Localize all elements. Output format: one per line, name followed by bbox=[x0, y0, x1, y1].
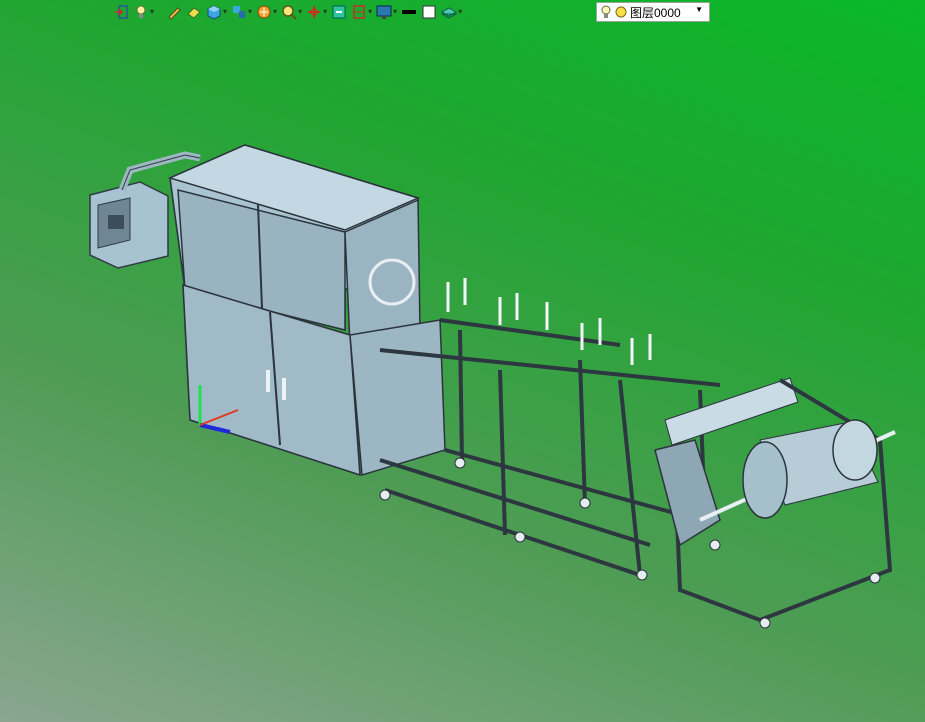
pen-icon bbox=[168, 7, 181, 20]
chevron-down-icon: ▾ bbox=[150, 7, 155, 16]
layer-name: 图层0000 bbox=[630, 5, 681, 20]
axis-button[interactable]: ▾ bbox=[305, 1, 328, 23]
3d-viewport[interactable]: ▾ ▾ ▾ ▾ ▾ ▾ ▾ ▾ ▾ 图层0000 ▼ bbox=[0, 0, 925, 722]
views-button[interactable]: ▾ bbox=[230, 1, 253, 23]
zoom-button[interactable]: ▾ bbox=[280, 1, 303, 23]
section-icon bbox=[353, 5, 365, 19]
exit-icon bbox=[115, 5, 128, 19]
eraser-icon bbox=[187, 7, 201, 19]
display-icon bbox=[376, 5, 392, 19]
render-style-icon bbox=[257, 5, 271, 19]
sun-icon bbox=[615, 6, 627, 18]
sketch-button[interactable] bbox=[165, 1, 183, 23]
fit-icon bbox=[332, 5, 346, 19]
fill-color-button[interactable] bbox=[420, 1, 438, 23]
line-color-button[interactable] bbox=[400, 1, 418, 23]
cube-icon bbox=[207, 5, 221, 20]
chevron-down-icon: ▾ bbox=[273, 7, 278, 16]
zoom-icon bbox=[282, 5, 297, 20]
eraser-button[interactable] bbox=[185, 1, 203, 23]
chevron-down-icon: ▾ bbox=[323, 7, 328, 16]
material-roll[interactable] bbox=[699, 419, 896, 522]
chevron-down-icon: ▾ bbox=[298, 7, 303, 16]
fill-color-icon bbox=[422, 5, 436, 19]
chevron-down-icon: ▾ bbox=[223, 7, 228, 16]
line-color-icon bbox=[402, 10, 417, 14]
layer-dropdown[interactable]: 图层0000 ▼ bbox=[596, 2, 710, 22]
render-button[interactable]: ▾ bbox=[255, 1, 278, 23]
lightbulb-icon bbox=[136, 5, 146, 18]
chevron-down-icon: ▾ bbox=[368, 7, 373, 16]
fit-button[interactable] bbox=[330, 1, 348, 23]
exit-button[interactable] bbox=[112, 1, 130, 23]
lightbulb-icon bbox=[601, 5, 611, 18]
light-button[interactable]: ▾ bbox=[132, 1, 155, 23]
machine-model[interactable] bbox=[0, 0, 925, 722]
display-button[interactable]: ▾ bbox=[375, 1, 398, 23]
axis-icon bbox=[308, 6, 321, 18]
chevron-down-icon: ▾ bbox=[393, 7, 398, 16]
guide-posts bbox=[446, 278, 652, 365]
chevron-down-icon: ▾ bbox=[458, 7, 463, 16]
layers-button[interactable]: ▾ bbox=[440, 1, 463, 23]
layer-stack-icon bbox=[441, 7, 458, 19]
multi-view-icon bbox=[233, 6, 246, 18]
chevron-down-icon: ▾ bbox=[248, 7, 253, 16]
solid-button[interactable]: ▾ bbox=[205, 1, 228, 23]
toolbar: ▾ ▾ ▾ ▾ ▾ ▾ ▾ ▾ ▾ bbox=[112, 0, 463, 24]
section-button[interactable]: ▾ bbox=[350, 1, 373, 23]
chevron-down-icon: ▼ bbox=[695, 5, 703, 14]
